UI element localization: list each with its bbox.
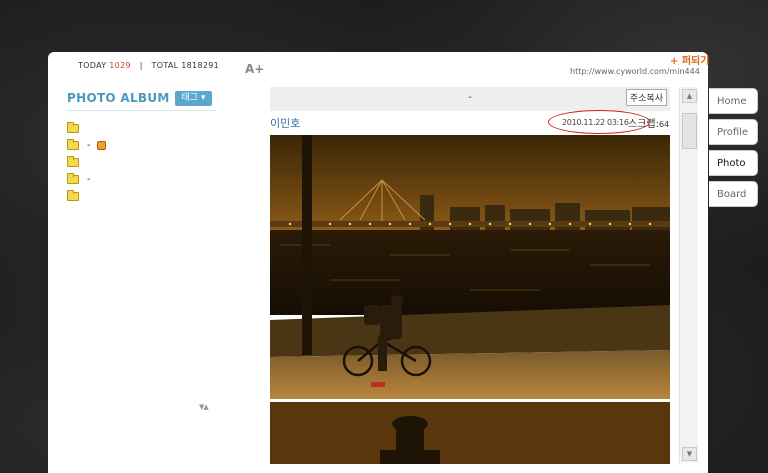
post-photo[interactable] bbox=[270, 135, 670, 399]
night-river-bicycle-photo bbox=[270, 135, 670, 399]
post-photo-second[interactable] bbox=[270, 402, 670, 464]
folder-icon bbox=[67, 173, 79, 184]
folder-item[interactable] bbox=[67, 120, 106, 137]
folder-list: - - bbox=[67, 120, 106, 205]
counter-divider: | bbox=[139, 61, 143, 70]
tab-board[interactable]: Board bbox=[709, 181, 758, 207]
folder-item[interactable] bbox=[67, 188, 106, 205]
font-size-button[interactable]: A+ bbox=[245, 62, 264, 76]
folder-icon bbox=[67, 190, 79, 201]
folder-label: - bbox=[87, 140, 91, 151]
total-label: TOTAL bbox=[151, 61, 179, 70]
scroll-down-icon[interactable]: ▼ bbox=[682, 447, 697, 461]
today-count: 1029 bbox=[109, 61, 131, 70]
tab-photo[interactable]: Photo bbox=[709, 150, 758, 176]
scrap-count: 64 bbox=[658, 120, 670, 129]
post-author[interactable]: 이민호 bbox=[270, 115, 300, 131]
folder-item[interactable]: - bbox=[67, 171, 106, 188]
tag-dropdown-button[interactable]: 태그 ▾ bbox=[175, 91, 212, 106]
folder-label: - bbox=[87, 174, 91, 185]
total-count: 1818291 bbox=[181, 61, 220, 70]
folder-icon bbox=[67, 156, 79, 167]
tab-home[interactable]: Home bbox=[709, 88, 758, 114]
album-divider bbox=[66, 110, 216, 111]
folder-icon bbox=[67, 139, 79, 150]
folder-item[interactable]: - bbox=[67, 137, 106, 154]
post-title: - bbox=[468, 92, 472, 103]
copy-address-button[interactable]: 주소복사 bbox=[625, 89, 667, 106]
homepage-url[interactable]: http://www.cyworld.com/min444 bbox=[570, 67, 700, 76]
folder-item[interactable] bbox=[67, 154, 106, 171]
portrait-photo bbox=[270, 402, 670, 464]
vertical-scrollbar[interactable]: ▲ ▼ bbox=[679, 87, 698, 463]
today-label: TODAY bbox=[78, 61, 107, 70]
new-badge-icon bbox=[96, 141, 106, 150]
timestamp-highlight-oval bbox=[548, 110, 650, 134]
scroll-up-icon[interactable]: ▲ bbox=[682, 89, 697, 103]
bookmark-link[interactable]: + 퍼되기 bbox=[670, 52, 709, 67]
collapse-toggle-icon[interactable]: ▼▲ bbox=[199, 403, 209, 411]
post-header: - 주소복사 bbox=[270, 87, 670, 111]
tab-profile[interactable]: Profile bbox=[709, 119, 758, 145]
photo-album-title: PHOTO ALBUM bbox=[67, 91, 170, 105]
visitor-counter: TODAY 1029 | TOTAL 1818291 bbox=[78, 61, 219, 70]
folder-icon bbox=[67, 122, 79, 133]
scroll-thumb[interactable] bbox=[682, 113, 697, 149]
